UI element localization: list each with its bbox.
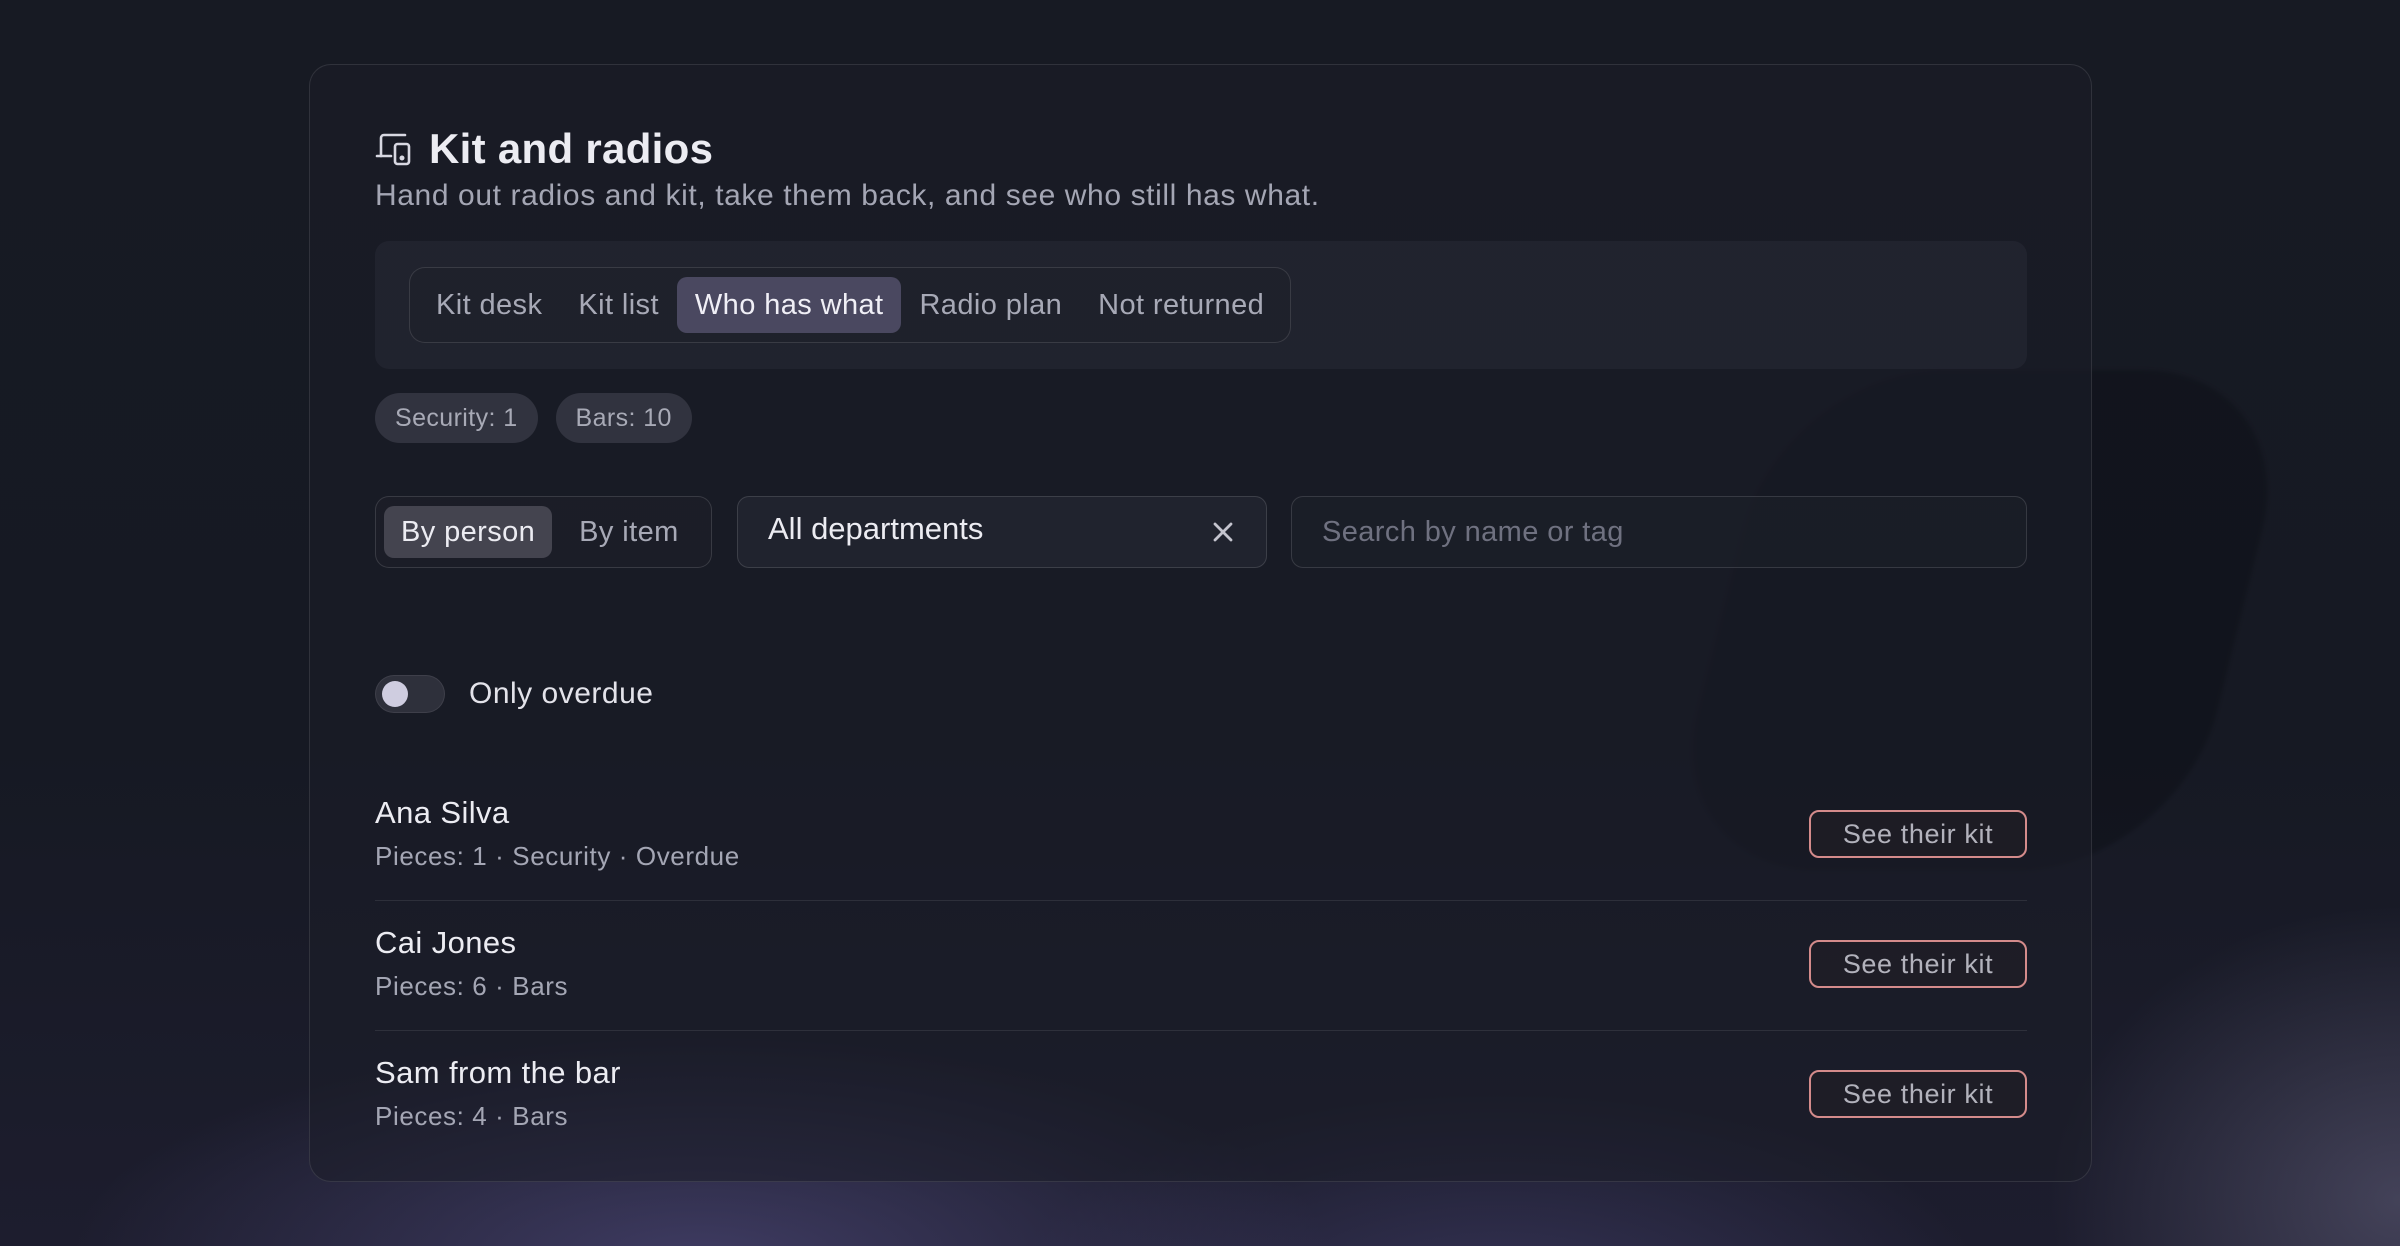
overdue-toggle-label: Only overdue (469, 677, 654, 710)
view-toggle: By person By item (375, 496, 712, 568)
search-input[interactable] (1291, 496, 2027, 568)
close-icon[interactable] (1210, 519, 1236, 545)
filter-controls: By person By item All departments (375, 496, 2027, 568)
tab-radio-plan[interactable]: Radio plan (901, 277, 1080, 333)
page-title: Kit and radios (429, 125, 714, 172)
person-name: Sam from the bar (375, 1055, 621, 1090)
department-counts: Security: 1 Bars: 10 (375, 393, 692, 443)
tab-who-has-what[interactable]: Who has what (676, 277, 902, 333)
department-select-value: All departments (768, 511, 984, 546)
person-name: Cai Jones (375, 925, 517, 960)
people-list: Ana Silva Pieces: 1 · Security · Overdue… (375, 771, 2027, 1161)
view-by-person-button[interactable]: By person (384, 506, 553, 558)
kit-panel: Kit and radios Hand out radios and kit, … (309, 64, 2092, 1182)
toggle-knob (382, 681, 408, 707)
tab-not-returned[interactable]: Not returned (1080, 277, 1282, 333)
overdue-toggle[interactable] (375, 675, 445, 713)
chip-bars: Bars: 10 (555, 393, 692, 443)
department-select[interactable]: All departments (737, 496, 1267, 568)
title-row: Kit and radios (375, 125, 713, 173)
tabbar-container: Kit desk Kit list Who has what Radio pla… (375, 241, 2027, 369)
overdue-toggle-row: Only overdue (375, 675, 653, 713)
person-meta: Pieces: 6 · Bars (375, 971, 569, 1001)
view-by-item-button[interactable]: By item (562, 506, 696, 558)
see-their-kit-button[interactable]: See their kit (1809, 940, 2027, 988)
chip-security: Security: 1 (375, 393, 538, 443)
list-item: Ana Silva Pieces: 1 · Security · Overdue… (375, 771, 2027, 901)
see-their-kit-button[interactable]: See their kit (1809, 810, 2027, 858)
list-item: Cai Jones Pieces: 6 · Bars See their kit (375, 901, 2027, 1031)
tab-kit-desk[interactable]: Kit desk (418, 277, 560, 333)
person-meta: Pieces: 1 · Security · Overdue (375, 841, 740, 871)
devices-icon (375, 130, 413, 168)
tabbar: Kit desk Kit list Who has what Radio pla… (409, 267, 1292, 343)
person-name: Ana Silva (375, 795, 510, 830)
tab-kit-list[interactable]: Kit list (560, 277, 677, 333)
page-subtitle: Hand out radios and kit, take them back,… (375, 179, 1320, 212)
person-meta: Pieces: 4 · Bars (375, 1101, 569, 1131)
list-item: Sam from the bar Pieces: 4 · Bars See th… (375, 1031, 2027, 1161)
see-their-kit-button[interactable]: See their kit (1809, 1070, 2027, 1118)
